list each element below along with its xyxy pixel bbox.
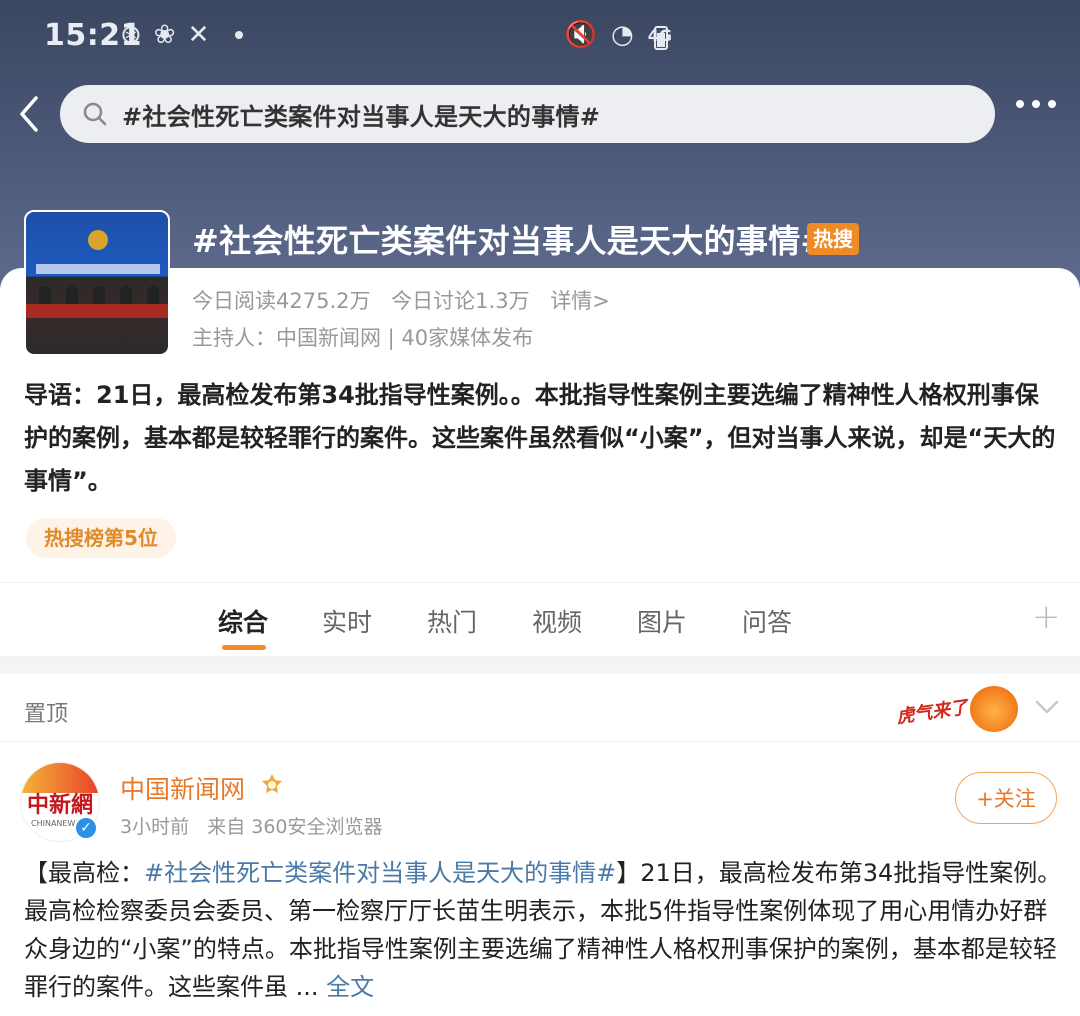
topic-title: #社会性死亡类案件对当事人是天大的事情# (192, 222, 828, 260)
hot-rank-badge[interactable]: 热搜榜第5位 (26, 518, 176, 558)
emblem-icon (88, 230, 108, 250)
active-tab-indicator (222, 645, 266, 650)
pinned-header: 置顶 虎气来了 (0, 674, 1080, 742)
thumbnail-banner (36, 264, 160, 274)
mute-icon: 🔇 (564, 20, 598, 50)
call-missed-icon: ✕ (187, 20, 210, 50)
tiger-paw-icon (970, 686, 1018, 732)
tab-images[interactable]: 图片 (637, 603, 687, 639)
paw-icon: ❀ (153, 20, 176, 50)
avatar-logo-text: 中新網 (27, 792, 94, 818)
medal-icon[interactable] (258, 771, 286, 799)
search-icon (83, 102, 107, 126)
read-more-link[interactable]: 全文 (326, 973, 374, 1001)
chevron-down-icon[interactable] (1034, 694, 1060, 720)
chevron-left-icon (20, 96, 38, 132)
tab-qa[interactable]: 问答 (742, 603, 792, 639)
promo-sticker[interactable]: 虎气来了 (895, 684, 1024, 736)
tab-hot[interactable]: 热门 (427, 603, 477, 639)
more-options-button[interactable] (1016, 100, 1056, 108)
post-source: 来自 360安全浏览器 (207, 816, 383, 838)
post-time: 3小时前 (120, 816, 190, 838)
weibo-icon: ⊛ (120, 20, 142, 50)
more-dots-icon (1016, 100, 1024, 108)
battery-icon (654, 26, 668, 50)
section-divider (0, 656, 1080, 674)
tab-comprehensive[interactable]: 综合 (218, 603, 268, 639)
verified-icon: ✓ (74, 816, 98, 840)
read-count: 今日阅读4275.2万 (192, 289, 371, 313)
hot-badge: 热搜 (807, 223, 859, 255)
search-input[interactable]: #社会性死亡类案件对当事人是天大的事情# (60, 85, 995, 143)
post-body: 【最高检：#社会性死亡类案件对当事人是天大的事情#】21日，最高检发布第34批指… (24, 859, 1062, 1001)
promo-text: 虎气来了 (895, 697, 970, 728)
post-meta: 3小时前 来自 360安全浏览器 (120, 812, 383, 839)
author-name[interactable]: 中国新闻网 (120, 770, 245, 806)
wifi-icon: ◔ (611, 20, 634, 50)
topic-stats: 今日阅读4275.2万 今日讨论1.3万 详情> (192, 285, 624, 315)
topic-link[interactable]: #社会性死亡类案件对当事人是天大的事情# (144, 859, 616, 887)
status-bar: 15:21 ⊛ ❀ ✕ 🔇 ◔ 4G (0, 0, 1080, 76)
notification-dot-icon (235, 31, 244, 39)
search-query: #社会性死亡类案件对当事人是天大的事情# (122, 102, 601, 131)
pinned-label: 置顶 (24, 702, 69, 727)
back-button[interactable] (14, 92, 54, 136)
details-link[interactable]: 详情> (550, 289, 610, 313)
tab-video[interactable]: 视频 (532, 603, 582, 639)
topic-thumbnail[interactable] (24, 210, 170, 356)
status-left-icons: ⊛ ❀ ✕ (120, 20, 244, 50)
follow-button[interactable]: +关注 (955, 772, 1057, 824)
topic-host: 主持人：中国新闻网 | 40家媒体发布 (192, 326, 534, 350)
add-tab-icon[interactable]: + (1032, 597, 1061, 637)
discussion-count: 今日讨论1.3万 (391, 289, 530, 313)
topic-intro: 导语：21日，最高检发布第34批指导性案例。。本批指导性案例主要选编了精神性人格… (24, 381, 1056, 495)
tab-bar: 综合 实时 热门 视频 图片 问答 + (0, 582, 1080, 656)
tab-realtime[interactable]: 实时 (322, 603, 372, 639)
